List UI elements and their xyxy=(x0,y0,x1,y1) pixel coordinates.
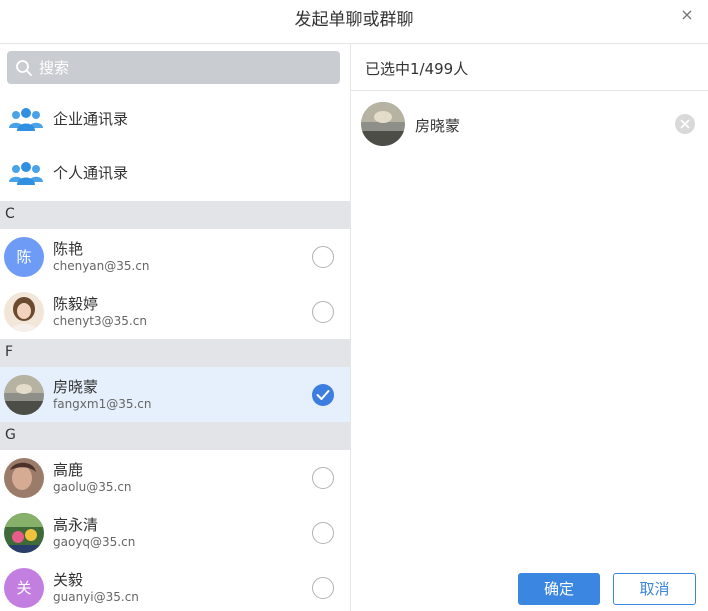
avatar xyxy=(4,513,44,553)
personal-directory-item[interactable]: 个人通讯录 xyxy=(0,148,350,198)
avatar-photo xyxy=(4,375,44,415)
contact-row[interactable]: 关 关毅 guanyi@35.cn xyxy=(0,560,350,611)
contact-name: 高永清 xyxy=(53,516,99,534)
avatar-photo xyxy=(4,513,44,553)
close-icon xyxy=(680,119,690,129)
contact-email: fangxm1@35.cn xyxy=(53,397,152,411)
section-letter: F xyxy=(5,344,14,360)
contact-name: 陈毅婷 xyxy=(53,295,99,313)
select-checkbox[interactable] xyxy=(312,301,334,323)
search-icon xyxy=(16,60,32,76)
selected-panel: 已选中1/499人 房晓蒙 确定 取消 xyxy=(351,44,708,611)
select-checkbox[interactable] xyxy=(312,246,334,268)
selected-item-name: 房晓蒙 xyxy=(415,117,461,135)
selected-count: 已选中1/499人 xyxy=(365,60,469,78)
section-letter: G xyxy=(5,427,16,443)
confirm-button[interactable]: 确定 xyxy=(518,573,600,605)
avatar: 陈 xyxy=(4,237,44,277)
contact-row[interactable]: 陈 陈艳 chenyan@35.cn xyxy=(0,229,350,284)
contact-row[interactable]: 陈毅婷 chenyt3@35.cn xyxy=(0,284,350,339)
avatar-photo xyxy=(4,292,44,332)
contact-row[interactable]: 房晓蒙 fangxm1@35.cn xyxy=(0,367,350,422)
contact-email: guanyi@35.cn xyxy=(53,590,139,604)
search-input[interactable] xyxy=(39,57,329,79)
avatar xyxy=(4,375,44,415)
search-box[interactable] xyxy=(7,51,340,84)
section-header-f: F xyxy=(0,339,350,367)
contact-picker-panel: 企业通讯录 个人通讯录 C 陈 陈艳 chenyan@35.cn xyxy=(0,44,351,611)
personal-directory-label: 个人通讯录 xyxy=(53,164,129,182)
select-checkbox[interactable] xyxy=(312,467,334,489)
avatar: 关 xyxy=(4,568,44,608)
avatar xyxy=(361,102,405,146)
people-group-icon xyxy=(9,108,43,131)
avatar xyxy=(4,292,44,332)
avatar-photo xyxy=(4,458,44,498)
section-header-c: C xyxy=(0,201,350,229)
cancel-button[interactable]: 取消 xyxy=(613,573,696,605)
contact-row[interactable]: 高永清 gaoyq@35.cn xyxy=(0,505,350,560)
contact-name: 高鹿 xyxy=(53,461,84,479)
section-letter: C xyxy=(5,206,15,222)
contact-email: chenyt3@35.cn xyxy=(53,314,147,328)
remove-selected-button[interactable] xyxy=(675,114,695,134)
contact-name: 关毅 xyxy=(53,571,84,589)
select-checkbox-checked[interactable] xyxy=(312,384,334,406)
enterprise-directory-item[interactable]: 企业通讯录 xyxy=(0,94,350,144)
contact-email: gaoyq@35.cn xyxy=(53,535,136,549)
close-icon[interactable]: × xyxy=(678,6,696,24)
avatar-photo xyxy=(361,102,405,146)
contact-name: 房晓蒙 xyxy=(53,378,99,396)
dialog-titlebar: 发起单聊或群聊 × xyxy=(0,0,708,44)
checkmark-icon xyxy=(316,390,330,400)
section-header-g: G xyxy=(0,422,350,450)
contact-name: 陈艳 xyxy=(53,240,84,258)
select-checkbox[interactable] xyxy=(312,577,334,599)
contact-email: gaolu@35.cn xyxy=(53,480,132,494)
contact-row[interactable]: 高鹿 gaolu@35.cn xyxy=(0,450,350,505)
selected-count-header: 已选中1/499人 xyxy=(351,44,708,91)
avatar xyxy=(4,458,44,498)
contact-email: chenyan@35.cn xyxy=(53,259,150,273)
selected-item: 房晓蒙 xyxy=(351,94,708,154)
select-checkbox[interactable] xyxy=(312,522,334,544)
people-group-icon xyxy=(9,162,43,185)
enterprise-directory-label: 企业通讯录 xyxy=(53,110,129,128)
dialog-title: 发起单聊或群聊 xyxy=(294,10,414,30)
